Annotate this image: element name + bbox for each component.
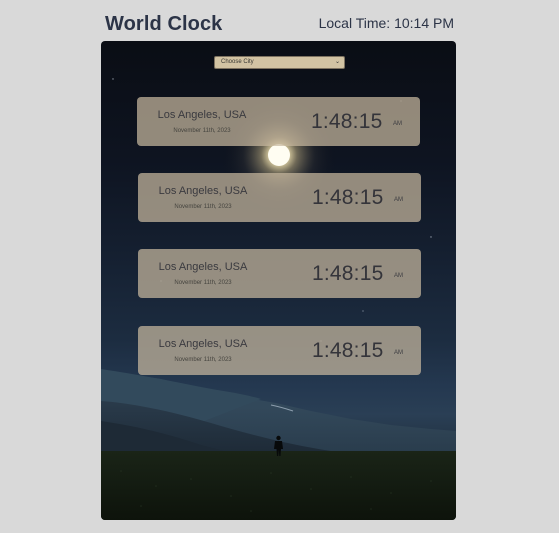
city-select[interactable]: Choose City ⌄	[214, 56, 345, 69]
clock-time-display: 1:48:15	[312, 262, 384, 285]
chevron-down-icon: ⌄	[334, 59, 340, 65]
clock-ampm-label: AM	[393, 121, 402, 127]
clock-city-label: Los Angeles, USA	[158, 261, 248, 273]
background-scene: Choose City ⌄ Los Angeles, USA November …	[101, 41, 456, 520]
clock-date-label: November 11th, 2023	[174, 204, 232, 210]
clock-card: Los Angeles, USA November 11th, 2023 1:4…	[138, 249, 421, 298]
clock-time-display: 1:48:15	[311, 110, 383, 133]
clock-ampm-label: AM	[394, 350, 403, 356]
clock-card: Los Angeles, USA November 11th, 2023 1:4…	[138, 326, 421, 375]
clock-ampm-label: AM	[394, 197, 403, 203]
clock-date-label: November 11th, 2023	[174, 280, 232, 286]
clock-time-display: 1:48:15	[312, 186, 384, 209]
clock-card: Los Angeles, USA November 11th, 2023 1:4…	[138, 173, 421, 222]
clock-city-label: Los Angeles, USA	[158, 338, 248, 350]
clock-city-label: Los Angeles, USA	[157, 109, 247, 121]
city-select-label: Choose City	[221, 59, 254, 65]
clock-time-display: 1:48:15	[312, 339, 384, 362]
local-time-display: Local Time: 10:14 PM	[318, 15, 454, 31]
clock-card: Los Angeles, USA November 11th, 2023 1:4…	[137, 97, 420, 146]
clock-date-label: November 11th, 2023	[174, 357, 232, 363]
page-title: World Clock	[105, 13, 223, 35]
clock-ampm-label: AM	[394, 273, 403, 279]
clock-date-label: November 11th, 2023	[173, 128, 231, 134]
clock-city-label: Los Angeles, USA	[158, 185, 248, 197]
